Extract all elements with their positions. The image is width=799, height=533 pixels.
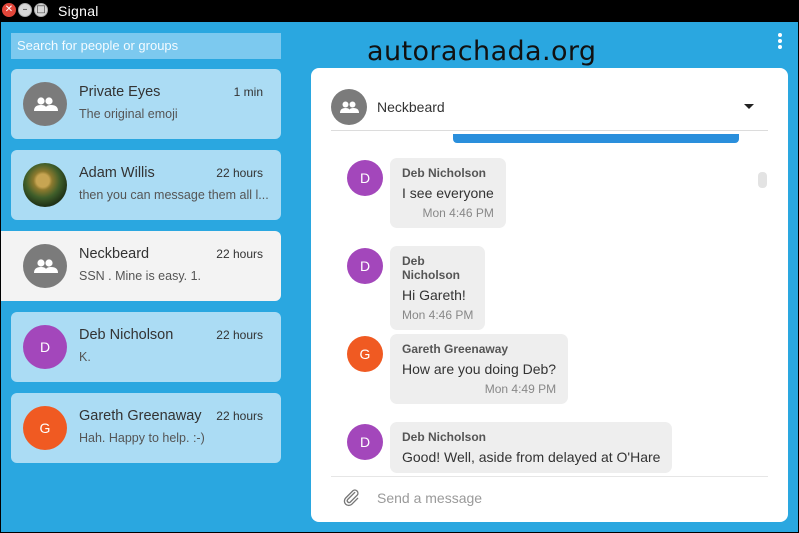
window-titlebar: ✕ – □ Signal (0, 0, 799, 22)
conversation-name: Deb Nicholson (79, 327, 174, 343)
conversation-item-neckbeard[interactable]: Neckbeard 22 hours SSN . Mine is easy. 1… (1, 231, 281, 301)
window-maximize-button[interactable]: □ (34, 3, 48, 17)
conversation-preview: The original emoji (79, 107, 178, 121)
conversation-panel: Neckbeard D Deb Nicholson I see everyone… (311, 68, 788, 522)
message-bubble[interactable]: Gareth Greenaway How are you doing Deb? … (390, 334, 569, 404)
paperclip-icon[interactable] (341, 487, 361, 507)
scrollbar[interactable] (758, 172, 767, 188)
message-sender: Gareth Greenaway (402, 342, 509, 356)
conversation-time: 1 min (233, 85, 263, 99)
message-text: Good! Well, aside from delayed at O'Hare (402, 449, 661, 465)
conversation-preview: then you can message them all l... (79, 188, 269, 202)
initial-avatar: D (347, 424, 383, 460)
watermark-text: autorachada.org (367, 36, 597, 67)
more-menu-icon[interactable] (777, 33, 783, 49)
conversation-preview: Hah. Happy to help. :-) (79, 431, 205, 445)
conversation-time: 22 hours (216, 409, 263, 423)
message-time: Mon 4:46 PM (422, 206, 494, 220)
message-input[interactable] (377, 487, 757, 509)
conversation-name: Private Eyes (79, 84, 161, 100)
group-avatar (331, 89, 367, 125)
conversation-time: 22 hours (216, 166, 263, 180)
compose-bar (331, 476, 768, 522)
conversation-preview: SSN . Mine is easy. 1. (79, 269, 202, 283)
group-icon (34, 259, 58, 273)
user-photo-avatar (23, 163, 67, 207)
initial-avatar: D (347, 160, 383, 196)
message-time: Mon 4:46 PM (402, 308, 474, 322)
message-text: Hi Gareth! (402, 287, 466, 303)
message-sender: Deb Nicholson (402, 254, 461, 282)
message-sender: Deb Nicholson (402, 166, 487, 180)
initial-avatar: G (23, 406, 67, 450)
group-avatar (23, 244, 67, 288)
initial-avatar: D (23, 325, 67, 369)
initial-avatar: G (347, 336, 383, 372)
search-input[interactable]: Search for people or groups (11, 33, 281, 59)
conversation-item-private-eyes[interactable]: Private Eyes 1 min The original emoji (11, 69, 281, 139)
conversation-item-adam-willis[interactable]: Adam Willis 22 hours then you can messag… (11, 150, 281, 220)
conversation-time: 22 hours (216, 247, 263, 261)
message-text: I see everyone (402, 185, 494, 201)
conversation-preview: K. (79, 350, 91, 364)
conversation-item-deb-nicholson[interactable]: D Deb Nicholson 22 hours K. (11, 312, 281, 382)
initial-avatar: D (347, 248, 383, 284)
signal-app: Search for people or groups Private Eyes… (1, 22, 798, 532)
group-icon (340, 101, 359, 113)
window-close-button[interactable]: ✕ (2, 3, 16, 17)
message-bubble[interactable]: Deb Nicholson Good! Well, aside from del… (390, 422, 673, 473)
message-sender: Deb Nicholson (402, 430, 487, 444)
group-icon (34, 97, 58, 111)
conversation-item-gareth-greenaway[interactable]: G Gareth Greenaway 22 hours Hah. Happy t… (11, 393, 281, 463)
conversation-name: Neckbeard (79, 246, 150, 262)
conversation-name: Gareth Greenaway (79, 408, 202, 424)
message-bubble[interactable]: Deb Nicholson I see everyone Mon 4:46 PM (390, 158, 506, 228)
message-time: Mon 4:49 PM (484, 382, 557, 396)
group-avatar (23, 82, 67, 126)
conversation-header: Neckbeard (331, 68, 768, 131)
message-text: How are you doing Deb? (402, 361, 557, 377)
window-title: Signal (58, 3, 99, 19)
conversation-name: Adam Willis (79, 165, 155, 181)
window-minimize-button[interactable]: – (18, 3, 32, 17)
conversation-title: Neckbeard (377, 99, 445, 115)
progress-bar (453, 134, 739, 143)
conversation-menu-chevron-down-icon[interactable] (744, 104, 754, 109)
conversation-time: 22 hours (216, 328, 263, 342)
message-bubble[interactable]: Deb Nicholson Hi Gareth! Mon 4:46 PM (390, 246, 486, 330)
